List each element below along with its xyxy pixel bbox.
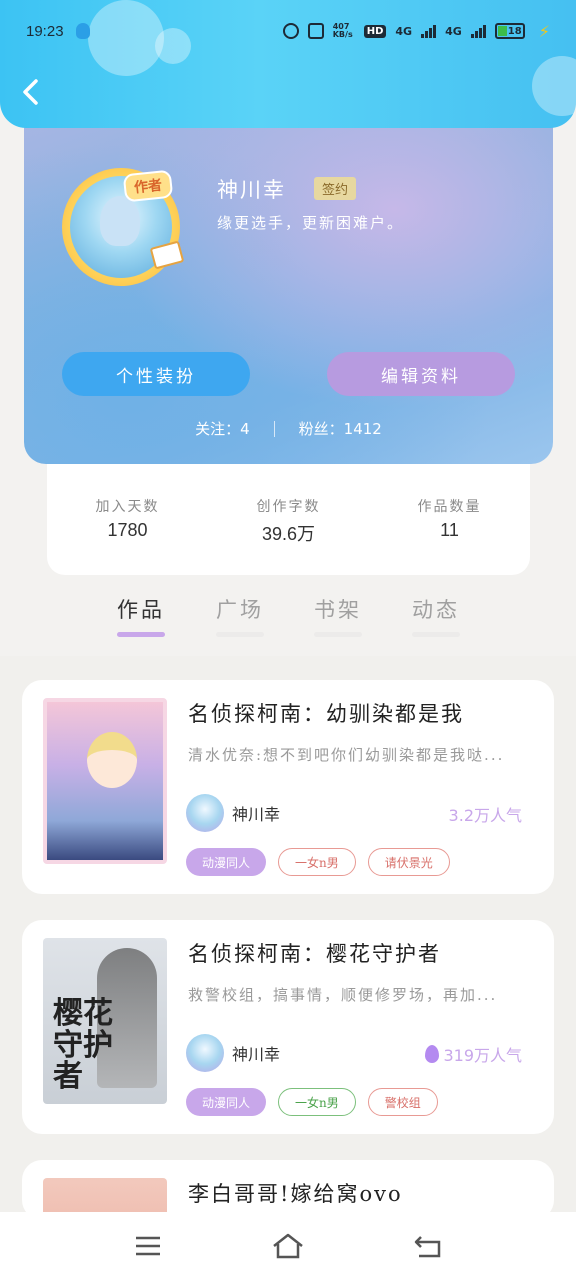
tag[interactable]: 一女n男 bbox=[278, 1088, 356, 1116]
book-author: 神川幸 bbox=[186, 1034, 280, 1072]
battery-level: 18 bbox=[507, 25, 522, 37]
signal-label: 4G bbox=[395, 24, 413, 38]
status-time: 19:23 bbox=[26, 22, 64, 40]
tab-label: 广场 bbox=[216, 598, 264, 622]
tag[interactable]: 动漫同人 bbox=[186, 848, 267, 876]
book-title[interactable]: 名侦探柯南：樱花守护者 bbox=[188, 938, 441, 968]
tab-square[interactable]: 广场 bbox=[216, 594, 264, 637]
book-card[interactable]: 李白哥哥!嫁给窝ovo bbox=[22, 1160, 554, 1220]
tab-activity[interactable]: 动态 bbox=[412, 594, 460, 637]
author-name: 神川幸 bbox=[217, 178, 286, 202]
stat-label: 创作字数 bbox=[256, 499, 321, 515]
author-name: 神川幸 bbox=[232, 805, 281, 824]
divider bbox=[273, 420, 275, 437]
decor-bubble bbox=[532, 56, 576, 116]
flame-icon bbox=[425, 1045, 440, 1063]
tag-list: 动漫同人 一女n男 警校组 bbox=[186, 1088, 438, 1116]
book-title[interactable]: 李白哥哥!嫁给窝ovo bbox=[188, 1178, 403, 1208]
stat-join-days: 加入天数 1780 bbox=[47, 496, 208, 575]
stat-value: 1780 bbox=[107, 520, 148, 540]
popularity: 3.2万人气 bbox=[449, 802, 522, 826]
book-description: 救警校组，搞事情，顺便修罗场，再加... bbox=[188, 986, 498, 1004]
stat-value: 39.6万 bbox=[261, 524, 316, 544]
author-bio: 缘更选手，更新困难户。 bbox=[217, 214, 405, 232]
charging-icon: ⚡ bbox=[538, 21, 550, 41]
tag[interactable]: 请伏景光 bbox=[367, 848, 450, 876]
edit-profile-button[interactable]: 编辑资料 bbox=[327, 352, 515, 396]
profile-card: 作者 神川幸 签约 缘更选手，更新困难户。 个性装扮 编辑资料 关注：4 粉丝：… bbox=[24, 100, 553, 464]
home-button[interactable] bbox=[268, 1226, 308, 1266]
book-cover[interactable]: 樱花守护者 bbox=[43, 938, 167, 1104]
status-bar: 19:23 407 KB/s HD 4G 4G 18 ⚡ bbox=[26, 18, 550, 44]
menu-button[interactable] bbox=[128, 1226, 168, 1266]
hd-icon: HD bbox=[363, 24, 387, 38]
personalize-button[interactable]: 个性装扮 bbox=[62, 352, 250, 396]
cover-title: 樱花守护者 bbox=[53, 996, 113, 1094]
fans-count[interactable]: 粉丝：1412 bbox=[299, 418, 382, 439]
following-count[interactable]: 关注：4 bbox=[195, 418, 250, 439]
menu-icon bbox=[136, 1236, 160, 1256]
alarm-icon bbox=[282, 23, 299, 39]
signal-label: 4G bbox=[445, 24, 462, 38]
popularity-value: 3.2万人气 bbox=[448, 806, 522, 825]
tag[interactable]: 一女n男 bbox=[278, 848, 356, 876]
book-author: 神川幸 bbox=[186, 794, 280, 832]
return-icon bbox=[414, 1236, 441, 1258]
author-name: 神川幸 bbox=[232, 1045, 281, 1064]
system-nav-bar bbox=[0, 1212, 576, 1280]
qq-icon bbox=[75, 23, 90, 39]
signal-icon bbox=[470, 24, 486, 38]
book-description: 清水优奈:想不到吧你们幼驯染都是我哒... bbox=[188, 746, 505, 764]
book-card[interactable]: 樱花守护者 名侦探柯南：樱花守护者 救警校组，搞事情，顺便修罗场，再加... 神… bbox=[22, 920, 554, 1134]
book-title[interactable]: 名侦探柯南：幼驯染都是我 bbox=[188, 698, 464, 728]
tag[interactable]: 动漫同人 bbox=[186, 1088, 267, 1116]
tab-label: 动态 bbox=[412, 598, 460, 622]
mute-icon bbox=[307, 23, 324, 39]
tab-label: 书架 bbox=[314, 598, 362, 622]
tab-bookshelf[interactable]: 书架 bbox=[314, 594, 362, 637]
follow-stats: 关注：4 粉丝：1412 bbox=[24, 418, 553, 439]
net-speed: 407 KB/s bbox=[332, 22, 353, 39]
stat-label: 加入天数 bbox=[95, 499, 160, 515]
stat-word-count: 创作字数 39.6万 bbox=[208, 496, 369, 575]
tag[interactable]: 警校组 bbox=[367, 1088, 438, 1116]
stat-value: 11 bbox=[440, 520, 459, 540]
tab-works[interactable]: 作品 bbox=[117, 594, 165, 637]
tab-label: 作品 bbox=[117, 598, 165, 622]
tab-bar: 作品 广场 书架 动态 bbox=[0, 590, 576, 656]
popularity-value: 319万人气 bbox=[443, 1046, 522, 1065]
popularity: 319万人气 bbox=[425, 1042, 522, 1066]
home-icon bbox=[273, 1233, 303, 1259]
stat-works-count: 作品数量 11 bbox=[369, 496, 530, 575]
signal-icon bbox=[421, 24, 437, 38]
header-bar: 19:23 407 KB/s HD 4G 4G 18 ⚡ bbox=[0, 0, 576, 128]
author-badge: 作者 bbox=[122, 169, 174, 203]
back-arrow-icon[interactable] bbox=[20, 78, 42, 106]
book-card[interactable]: 名侦探柯南：幼驯染都是我 清水优奈:想不到吧你们幼驯染都是我哒... 神川幸 3… bbox=[22, 680, 554, 894]
author-avatar bbox=[186, 794, 224, 832]
stat-label: 作品数量 bbox=[417, 499, 482, 515]
tag-list: 动漫同人 一女n男 请伏景光 bbox=[186, 848, 450, 876]
book-cover[interactable] bbox=[43, 698, 167, 864]
author-avatar bbox=[186, 1034, 224, 1072]
back-button[interactable] bbox=[408, 1226, 448, 1266]
signed-badge: 签约 bbox=[314, 177, 357, 200]
